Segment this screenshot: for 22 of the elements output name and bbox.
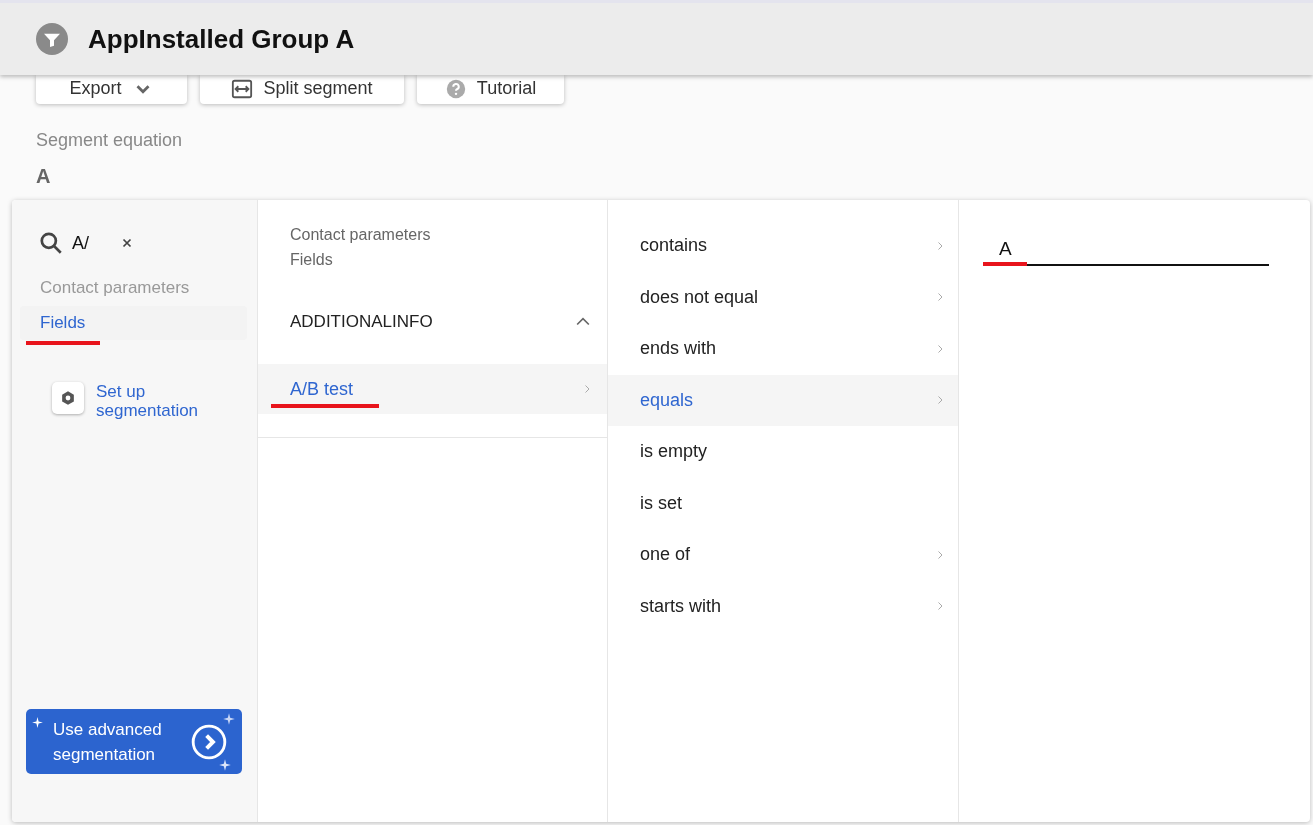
operator-item[interactable]: ends with — [608, 323, 958, 375]
operator-item[interactable]: equals — [608, 374, 958, 426]
toolbar-button[interactable]: Export — [36, 75, 187, 104]
toolbar-button[interactable]: Tutorial — [417, 75, 564, 104]
operator-item[interactable]: does not equal — [608, 271, 958, 323]
operator-item[interactable]: contains — [608, 220, 958, 272]
breadcrumb-text: Fields — [290, 250, 334, 270]
setup-link[interactable]: Set up segmentation — [96, 382, 216, 420]
search-field[interactable]: A/ — [72, 232, 120, 254]
operator-item[interactable]: is empty — [608, 426, 958, 478]
field-item[interactable]: A/B test — [258, 364, 607, 414]
advanced-segmentation-button[interactable]: Use advanced segmentation — [26, 709, 242, 774]
page-title: AppInstalled Group A — [88, 23, 355, 55]
operator-item[interactable]: is set — [608, 477, 958, 529]
section-label: Segment equation — [36, 130, 184, 151]
group-header[interactable]: ADDITIONALINFO — [258, 272, 607, 342]
category-label: Contact parameters — [40, 278, 191, 298]
toolbar-button[interactable]: Split segment — [200, 75, 404, 104]
breadcrumb-text: Contact parameters — [290, 225, 432, 245]
operator-item[interactable]: starts with — [608, 580, 958, 632]
operator-item[interactable]: one of — [608, 529, 958, 581]
equation-value: A — [36, 165, 52, 188]
